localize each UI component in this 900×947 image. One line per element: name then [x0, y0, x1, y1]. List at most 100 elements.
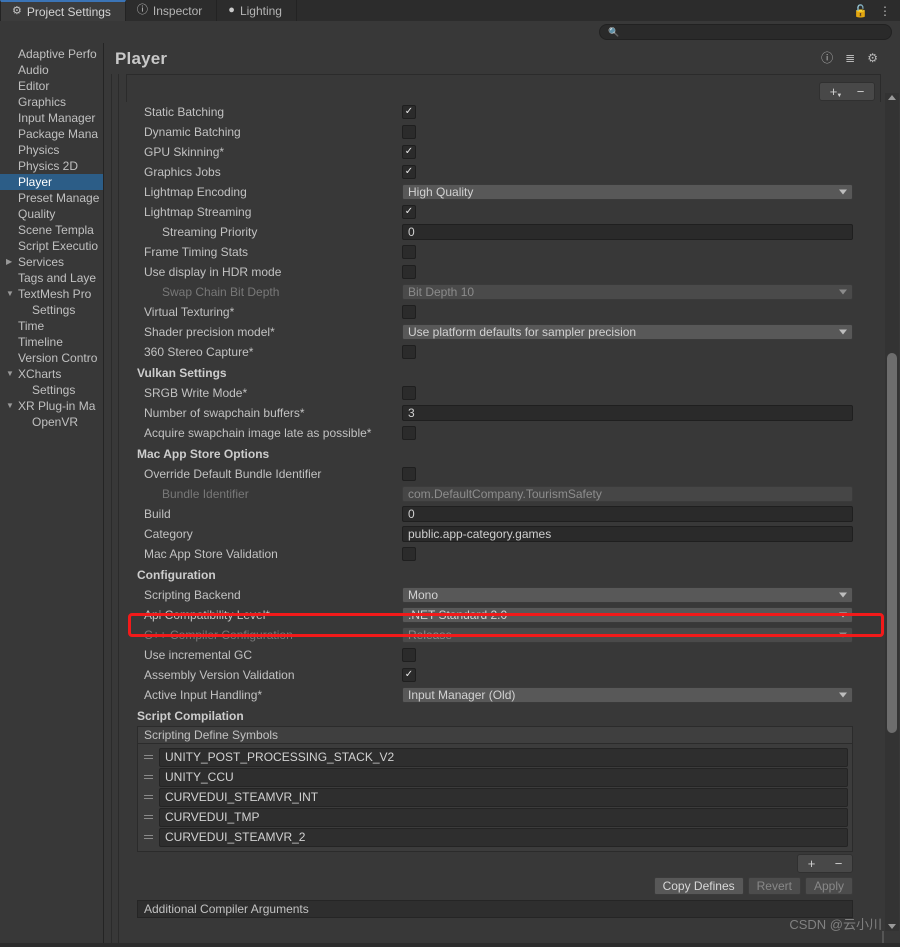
sidebar-item-services[interactable]: ▶ Services [0, 254, 103, 270]
sidebar-item-timeline[interactable]: Timeline [0, 334, 103, 350]
sidebar-item-audio[interactable]: Audio [0, 62, 103, 78]
sidebar-item-label: Settings [32, 303, 76, 317]
checkbox-virtual-texturing[interactable] [402, 305, 416, 319]
sidebar-item-player[interactable]: Player [0, 174, 103, 190]
checkbox-dynamic-batching[interactable] [402, 125, 416, 139]
scroll-up-arrow-icon[interactable] [888, 95, 896, 100]
input-bundle-identifier[interactable]: com.DefaultCompany.TourismSafety [402, 486, 853, 502]
search-box[interactable]: 🔍 [599, 24, 892, 40]
dropdown-shader-precision-model[interactable]: Use platform defaults for sampler precis… [402, 324, 853, 340]
sidebar-item-xcharts[interactable]: ▼ XCharts [0, 366, 103, 382]
copy-defines-button[interactable]: Copy Defines [653, 877, 744, 895]
dropdown-scripting-backend[interactable]: Mono [402, 587, 853, 603]
sidebar-item-time[interactable]: Time [0, 318, 103, 334]
sidebar-item-settings[interactable]: Settings [0, 302, 103, 318]
sidebar-item-script-executio[interactable]: Script Executio [0, 238, 103, 254]
setting-row-360-stereo-capture: 360 Stereo Capture* [126, 342, 883, 362]
sidebar-item-preset-manage[interactable]: Preset Manage [0, 190, 103, 206]
dropdown-c++-compiler-configuration[interactable]: Release [402, 627, 853, 643]
setting-label: Static Batching [144, 105, 225, 119]
input-number-of-swapchain-buffers[interactable]: 3 [402, 405, 853, 421]
define-symbol-input[interactable]: UNITY_CCU [159, 767, 848, 787]
dropdown-lightmap-encoding[interactable]: High Quality [402, 184, 853, 200]
chevron-down-icon [839, 329, 847, 335]
sidebar-item-editor[interactable]: Editor [0, 78, 103, 94]
add-define-button[interactable]: + [808, 857, 816, 870]
sidebar-item-settings[interactable]: Settings [0, 382, 103, 398]
drag-handle-icon[interactable] [142, 775, 155, 779]
sidebar-item-graphics[interactable]: Graphics [0, 94, 103, 110]
sidebar-item-quality[interactable]: Quality [0, 206, 103, 222]
setting-row-use-display-in-hdr-mode: Use display in HDR mode [126, 262, 883, 282]
sidebar-item-textmesh-pro[interactable]: ▼ TextMesh Pro [0, 286, 103, 302]
scroll-down-arrow-icon[interactable] [888, 924, 896, 929]
checkbox-use-incremental-gc[interactable] [402, 648, 416, 662]
dropdown-api-compatibility-level[interactable]: .NET Standard 2.0 [402, 607, 853, 623]
drag-handle-icon[interactable] [142, 815, 155, 819]
sidebar-item-tags-and-laye[interactable]: Tags and Laye [0, 270, 103, 286]
chevron-down-icon[interactable]: ▼ [6, 286, 14, 302]
settings-sidebar[interactable]: Adaptive Perfo Audio Editor Graphics Input M… [0, 43, 104, 947]
main-split: Adaptive Perfo Audio Editor Graphics Input M… [0, 43, 900, 947]
checkbox-360-stereo-capture[interactable] [402, 345, 416, 359]
input-build[interactable]: 0 [402, 506, 853, 522]
dropdown-swap-chain-bit-depth[interactable]: Bit Depth 10 [402, 284, 853, 300]
checkbox-acquire-swapchain-image-late-as-possible[interactable] [402, 426, 416, 440]
tab-inspector[interactable]: ⓘ Inspector [126, 0, 218, 21]
dropdown-value: High Quality [408, 185, 474, 199]
search-input[interactable] [624, 26, 883, 38]
chevron-down-icon[interactable]: ▼ [6, 398, 14, 414]
sidebar-item-physics-2d[interactable]: Physics 2D [0, 158, 103, 174]
remove-define-button[interactable]: − [835, 857, 843, 870]
kebab-menu-icon[interactable]: ⋮ [879, 5, 891, 17]
define-symbol-input[interactable]: CURVEDUI_STEAMVR_2 [159, 827, 848, 847]
additional-compiler-arguments-header[interactable]: Additional Compiler Arguments [137, 900, 853, 918]
sidebar-item-physics[interactable]: Physics [0, 142, 103, 158]
tab-lighting[interactable]: ● Lighting [217, 0, 297, 21]
input-category[interactable]: public.app-category.games [402, 526, 853, 542]
sidebar-item-xr-plug-in-ma[interactable]: ▼ XR Plug-in Ma [0, 398, 103, 414]
checkbox-lightmap-streaming[interactable]: ✓ [402, 205, 416, 219]
sidebar-item-label: Player [18, 175, 53, 189]
input-streaming-priority[interactable]: 0 [402, 224, 853, 240]
help-icon[interactable]: ⓘ [821, 52, 833, 64]
setting-label: Category [144, 527, 193, 541]
sidebar-item-package-mana[interactable]: Package Mana [0, 126, 103, 142]
define-symbol-input[interactable]: UNITY_POST_PROCESSING_STACK_V2 [159, 747, 848, 767]
preset-icon[interactable]: ≣ [845, 52, 855, 64]
vertical-scrollbar[interactable] [885, 93, 899, 931]
drag-handle-icon[interactable] [142, 835, 155, 839]
sidebar-item-version-contro[interactable]: Version Contro [0, 350, 103, 366]
checkbox-static-batching[interactable]: ✓ [402, 105, 416, 119]
define-symbol-input[interactable]: CURVEDUI_STEAMVR_INT [159, 787, 848, 807]
checkbox-graphics-jobs[interactable]: ✓ [402, 165, 416, 179]
define-symbol-input[interactable]: CURVEDUI_TMP [159, 807, 848, 827]
sidebar-item-input-manager[interactable]: Input Manager [0, 110, 103, 126]
settings-gear-icon[interactable]: ⚙ [867, 52, 878, 64]
checkbox-use-display-in-hdr-mode[interactable] [402, 265, 416, 279]
setting-row-api-compatibility-level: Api Compatibility Level* .NET Standard 2.… [126, 605, 883, 625]
dropdown-active-input-handling[interactable]: Input Manager (Old) [402, 687, 853, 703]
sidebar-item-adaptive-perfo[interactable]: Adaptive Perfo [0, 46, 103, 62]
chevron-right-icon[interactable]: ▶ [6, 254, 12, 270]
lock-open-icon[interactable]: 🔓 [853, 5, 868, 17]
tab-project-settings[interactable]: ⚙ Project Settings [0, 0, 126, 21]
drag-handle-icon[interactable] [142, 795, 155, 799]
remove-platform-button[interactable]: − [857, 85, 865, 98]
checkbox-mac-app-store-validation[interactable] [402, 547, 416, 561]
drag-handle-icon[interactable] [142, 755, 155, 759]
sidebar-item-openvr[interactable]: OpenVR [0, 414, 103, 430]
checkbox-gpu-skinning[interactable]: ✓ [402, 145, 416, 159]
checkbox-assembly-version-validation[interactable]: ✓ [402, 668, 416, 682]
sidebar-item-scene-templa[interactable]: Scene Templa [0, 222, 103, 238]
add-platform-button[interactable]: + ▼ [830, 85, 843, 99]
checkbox-frame-timing-stats[interactable] [402, 245, 416, 259]
chevron-down-icon[interactable]: ▼ [6, 366, 14, 382]
checkbox-override-default-bundle-identifier[interactable] [402, 467, 416, 481]
sidebar-item-label: Graphics [18, 95, 67, 109]
sidebar-item-label: Package Mana [18, 127, 99, 141]
checkbox-srgb-write-mode[interactable] [402, 386, 416, 400]
sidebar-item-label: Services [18, 255, 65, 269]
window-bottom-bar [0, 943, 900, 947]
scrollbar-thumb[interactable] [887, 353, 897, 733]
